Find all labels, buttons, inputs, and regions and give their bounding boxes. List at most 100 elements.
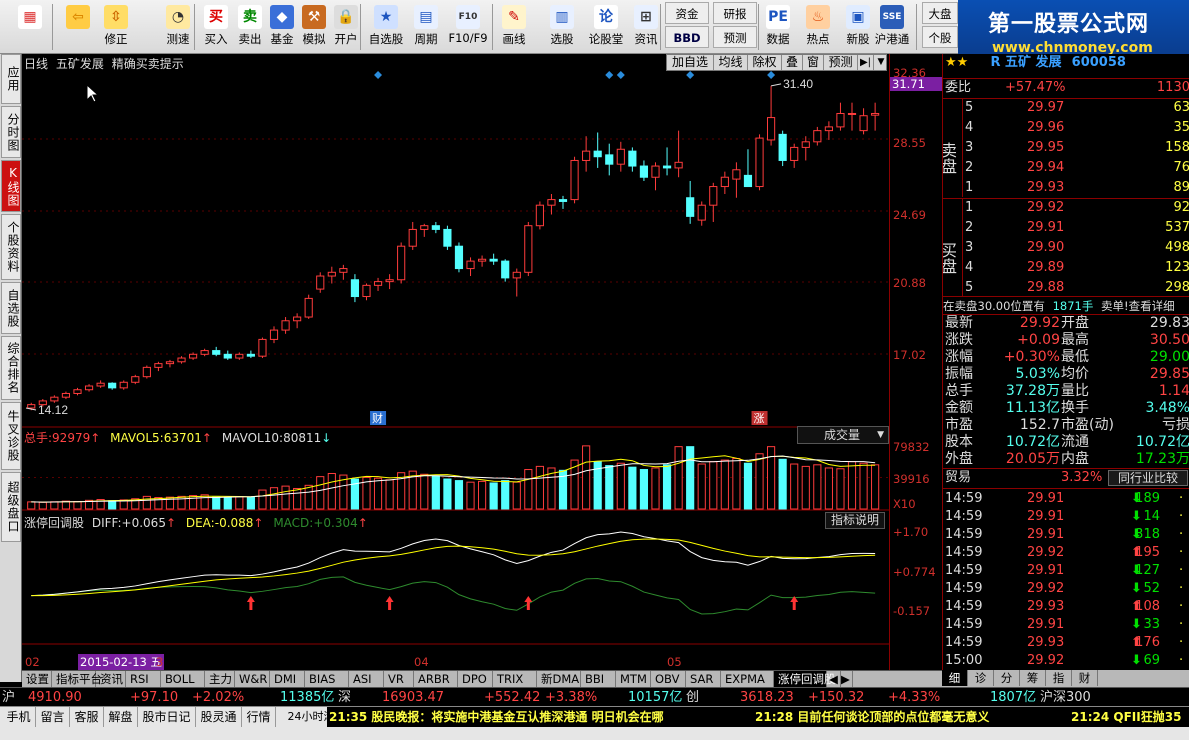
- chart-header-button-1[interactable]: 均线: [714, 55, 748, 70]
- left-tab-2[interactable]: K线图: [1, 160, 21, 212]
- toolbar-button-2[interactable]: ⇳ 修正: [98, 2, 134, 52]
- panel-tab-1[interactable]: 诊: [968, 670, 994, 686]
- toolbar-button-6[interactable]: ◆ 基金: [264, 2, 300, 52]
- scroll-right-icon[interactable]: ▶: [841, 671, 853, 687]
- buy-level-row[interactable]: 3 29.90 498: [943, 239, 1189, 257]
- indicator-tab-2[interactable]: 资讯: [96, 671, 126, 687]
- news-3[interactable]: 21:24 QFII狂抛35: [1071, 707, 1181, 727]
- buy-level-row[interactable]: 5 29.88 298: [943, 279, 1189, 297]
- toolbar-button-12[interactable]: ✎ 画线: [496, 2, 532, 52]
- kline-chart-area[interactable]: 31.40 14.12 财 涨 日线 五矿发展 精确买卖提示 加自选 均线 除权叠窗预测 ▶…: [22, 54, 889, 672]
- event-diamond-icon[interactable]: [616, 71, 625, 79]
- indicator-tab-4[interactable]: BOLL: [161, 671, 205, 687]
- left-tab-4[interactable]: 自选股: [1, 282, 21, 334]
- indicator-tab-15[interactable]: BBI: [581, 671, 616, 687]
- news-1[interactable]: 21:35 股民晚报：将实施中港基金互认推深港通 明日机会在哪: [329, 707, 664, 727]
- toolbar-button-15[interactable]: ⊞ 资讯: [628, 2, 664, 52]
- toolbar-button-10[interactable]: ▤ 周期: [408, 2, 444, 52]
- panel-toggle-icon[interactable]: ▶|: [858, 55, 874, 70]
- indicator-tab-12[interactable]: DPO: [458, 671, 493, 687]
- bbd-button[interactable]: BBD: [665, 26, 709, 48]
- indicator-tab-7[interactable]: DMI: [270, 671, 305, 687]
- individual-stock-button[interactable]: 个股: [922, 26, 958, 48]
- toolbar-button-8[interactable]: 🔒 开户: [328, 2, 364, 52]
- toolbar-button-11[interactable]: F10 F10/F9: [448, 2, 488, 52]
- buy-level-row[interactable]: 1 29.92 92: [943, 199, 1189, 217]
- event-marker-marker_zhang[interactable]: 涨: [754, 412, 765, 425]
- indicator-tab-16[interactable]: MTM: [616, 671, 651, 687]
- toolbar-button-13[interactable]: ▥ 选股: [544, 2, 580, 52]
- sell-level-row[interactable]: 1 29.93 89: [943, 179, 1189, 197]
- chart-header-button-5[interactable]: 预测: [824, 55, 858, 70]
- volume-dropdown[interactable]: 成交量 ▼: [797, 426, 889, 444]
- event-diamond-icon[interactable]: [767, 71, 776, 79]
- market-button[interactable]: 大盘: [922, 2, 958, 24]
- toolbar-button-5[interactable]: 卖卖出: [232, 2, 268, 52]
- research-report-button[interactable]: 研报: [713, 2, 757, 24]
- scroll-left-icon[interactable]: ◀: [829, 671, 841, 687]
- left-tab-1[interactable]: 分时图: [1, 106, 21, 158]
- buy-level-row[interactable]: 2 29.91 537: [943, 219, 1189, 237]
- panel-tab-5[interactable]: 财: [1072, 670, 1098, 686]
- event-diamond-icon[interactable]: [686, 71, 695, 79]
- panel-tab-0[interactable]: 细: [942, 670, 968, 686]
- indicator-tab-8[interactable]: BIAS: [305, 671, 349, 687]
- left-tab-0[interactable]: 应用: [1, 54, 21, 104]
- indicator-tab-14[interactable]: 新DMA: [537, 671, 581, 687]
- industry-compare-button[interactable]: 同行业比较: [1108, 470, 1188, 486]
- chart-header-button-3[interactable]: 叠: [782, 55, 803, 70]
- sell-level-row[interactable]: 4 29.96 35: [943, 119, 1189, 137]
- indicator-tab-20[interactable]: 涨停回调股: [774, 671, 836, 687]
- indicator-tab-6[interactable]: W&R: [235, 671, 270, 687]
- left-tab-3[interactable]: 个股资料: [1, 214, 21, 280]
- big-order-note[interactable]: 在卖盘30.00位置有 1871手 卖单!查看详细: [943, 296, 1189, 314]
- left-tab-6[interactable]: 牛叉诊股: [1, 402, 21, 470]
- chart-header-button-2[interactable]: 除权: [748, 55, 782, 70]
- toolbar-button-1[interactable]: ⇦: [60, 2, 96, 52]
- panel-tab-4[interactable]: 指: [1046, 670, 1072, 686]
- toolbar-button-17[interactable]: ♨ 热点: [800, 2, 836, 52]
- toolbar-button-19[interactable]: SSE 沪港通: [874, 2, 910, 52]
- sell-level-row[interactable]: 5 29.97 63: [943, 99, 1189, 117]
- research-group[interactable]: 研报 预测: [713, 2, 757, 48]
- toolbar-button-4[interactable]: 买买入: [198, 2, 234, 52]
- sell-level-row[interactable]: 3 29.95 158: [943, 139, 1189, 157]
- forecast-button[interactable]: 预测: [713, 26, 757, 48]
- indicator-tab-18[interactable]: SAR: [686, 671, 721, 687]
- news-ticker[interactable]: 21:35 股民晚报：将实施中港基金互认推深港通 明日机会在哪 21:28 目前…: [327, 707, 1189, 727]
- indicator-tab-13[interactable]: TRIX: [493, 671, 537, 687]
- chart-header-button-0[interactable]: 加自选: [667, 55, 714, 70]
- indicator-tab-17[interactable]: OBV: [651, 671, 686, 687]
- event-diamond-icon[interactable]: [605, 71, 614, 79]
- status-item-5[interactable]: 股灵通: [196, 707, 242, 727]
- toolbar-button-16[interactable]: PE 数据: [760, 2, 796, 52]
- toolbar-button-14[interactable]: 论论股堂: [588, 2, 624, 52]
- indicator-tab-3[interactable]: RSI: [126, 671, 161, 687]
- chevron-down-icon[interactable]: ▼: [874, 55, 888, 70]
- toolbar-button-3[interactable]: ◔ 测速: [160, 2, 196, 52]
- indicator-help-button[interactable]: 指标说明: [825, 512, 885, 529]
- indicator-tab-9[interactable]: ASI: [349, 671, 384, 687]
- event-diamond-icon[interactable]: [374, 71, 383, 79]
- left-tab-7[interactable]: 超级盘口: [1, 472, 21, 542]
- toolbar-button-7[interactable]: ⚒ 模拟: [296, 2, 332, 52]
- status-item-1[interactable]: 留言: [36, 707, 70, 727]
- status-item-0[interactable]: 手机: [2, 707, 36, 727]
- fund-bbd-group[interactable]: 资金 BBD: [665, 2, 709, 48]
- status-item-3[interactable]: 解盘: [104, 707, 138, 727]
- indicator-tab-11[interactable]: ARBR: [414, 671, 458, 687]
- fund-button[interactable]: 资金: [665, 2, 709, 24]
- news-2[interactable]: 21:28 目前任何谈论顶部的点位都毫无意义: [755, 707, 989, 727]
- indicator-tab-19[interactable]: EXPMA: [721, 671, 774, 687]
- indicator-tab-5[interactable]: 主力: [205, 671, 235, 687]
- indicator-tab-1[interactable]: 指标平台: [52, 671, 102, 687]
- panel-tab-2[interactable]: 分: [994, 670, 1020, 686]
- event-marker-marker_cai[interactable]: 财: [372, 411, 383, 425]
- status-item-4[interactable]: 股市日记: [138, 707, 196, 727]
- toolbar-button-18[interactable]: ▣ 新股: [840, 2, 876, 52]
- market-group[interactable]: 大盘 个股: [922, 2, 958, 48]
- toolbar-button-0[interactable]: ▦: [12, 2, 48, 52]
- toolbar-button-9[interactable]: ★ 自选股: [364, 2, 408, 52]
- indicator-tab-10[interactable]: VR: [384, 671, 414, 687]
- chart-header-button-4[interactable]: 窗: [803, 55, 824, 70]
